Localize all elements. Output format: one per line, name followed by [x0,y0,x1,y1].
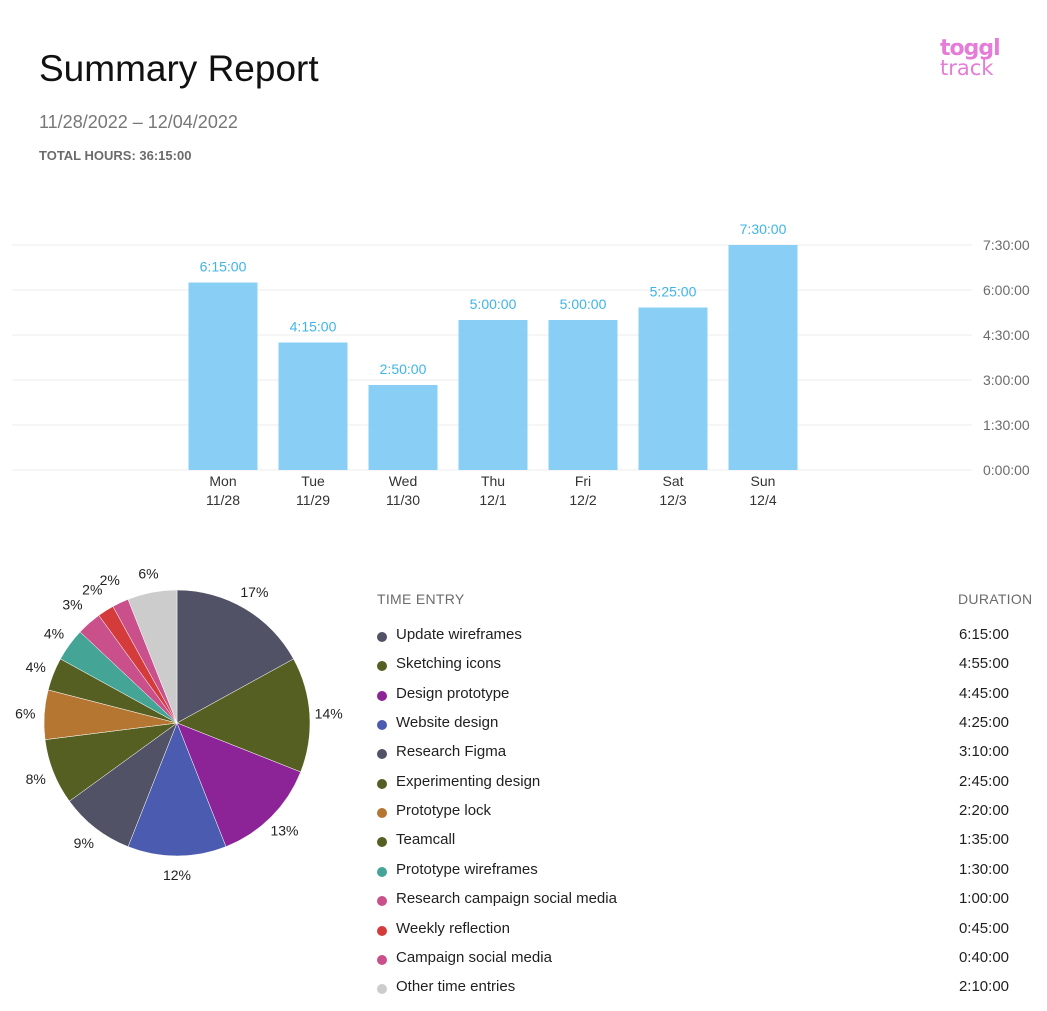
time-entry-duration: 2:20:00 [958,802,1009,820]
color-dot-icon [377,632,387,642]
x-tick-day: Wed [389,473,418,489]
pie-slice-label: 8% [26,771,46,787]
y-tick-label: 3:00:00 [983,372,1030,388]
pie-slice-label: 4% [26,659,46,675]
pie-slice-label: 12% [163,867,191,883]
time-entry-pie-chart: 17%14%13%12%9%8%6%4%4%3%2%2% 6% [15,566,343,883]
pie-slice-label: 14% [315,706,343,722]
time-entry-name: Update wireframes [396,626,522,643]
pie-slice-label: 13% [270,823,298,839]
x-tick-date: 12/1 [479,492,506,508]
time-entry-name: Website design [396,714,499,732]
bar-value-label: 7:30:00 [740,221,787,237]
x-tick-date: 12/3 [659,492,686,508]
x-tick-date: 11/30 [386,492,420,508]
time-entry-name: Other time entries [396,978,516,996]
bar-value-label: 5:00:00 [470,296,517,312]
pie-slice-label: 2% [100,572,120,588]
time-entry-row: Design prototype 4:45:00 [377,685,1037,714]
pie-slice-label: 4% [44,626,64,642]
time-entry-row: Prototype wireframes 1:30:00 [377,861,1037,890]
bar-value-label: 2:50:00 [380,361,427,377]
time-entry-duration: 1:30:00 [958,860,1009,878]
x-tick-date: 12/4 [749,492,776,508]
time-entry-name: Research Figma [396,743,507,761]
color-dot-icon [377,661,387,672]
y-tick-label: 7:30:00 [983,237,1030,253]
color-dot-icon [377,925,387,936]
time-entry-name: Sketching icons [396,655,502,673]
pie-slice-label: 6% [15,706,35,722]
bar-value-label: 5:25:00 [650,283,697,299]
time-entry-duration: 2:45:00 [958,772,1009,790]
time-entry-duration: 4:45:00 [958,684,1009,702]
time-entry-name: Prototype wireframes [396,860,538,878]
y-tick-label: 4:30:00 [983,327,1030,343]
time-entry-row: Teamcall 1:35:00 [377,831,1037,860]
time-entry-duration: 1:00:00 [958,890,1009,908]
time-entry-name: Prototype lock [396,802,492,820]
bar [728,245,798,470]
pie-slice-label: 6% [138,566,158,582]
bar [368,385,438,470]
time-entry-header: TIME ENTRY [377,591,465,607]
y-tick-label: 1:30:00 [983,417,1030,433]
color-dot-icon [377,749,387,760]
time-entry-name: Design prototype [396,684,510,702]
y-tick-label: 6:00:00 [983,282,1030,298]
color-dot-icon [377,954,387,965]
color-dot-icon [377,808,387,819]
bar-value-label: 5:00:00 [560,296,607,312]
time-entry-duration: 0:45:00 [958,919,1009,937]
time-entry-duration: 1:35:00 [958,831,1009,849]
pie-slice-label: 3% [62,597,82,613]
time-entry-name: Weekly reflection [396,919,510,937]
bar [548,320,618,470]
time-entry-row: Website design 4:25:00 [377,714,1037,743]
pie-slice-label: 17% [240,584,268,600]
time-entry-duration: 0:40:00 [958,948,1009,966]
time-entry-name: Teamcall [396,831,456,849]
color-dot-icon [377,690,387,701]
time-entry-row: Experimenting design 2:45:00 [377,773,1037,802]
color-dot-icon [377,866,387,877]
y-tick-label: 0:00:00 [983,462,1030,478]
time-entry-row: Prototype lock 2:20:00 [377,802,1037,831]
x-tick-day: Thu [481,473,505,489]
x-tick-day: Sat [662,473,683,489]
color-dot-icon [377,778,387,789]
time-entry-name: Research campaign social media [396,890,617,908]
bar [638,307,708,470]
time-entry-duration: 4:25:00 [958,714,1009,732]
time-entry-row: Research Figma 3:10:00 [377,743,1037,772]
color-dot-icon [377,720,387,731]
time-entry-duration: 6:15:00 [958,626,1009,643]
pie-slice-label: 9% [74,835,94,851]
time-entry-row: Weekly reflection 0:45:00 [377,920,1037,949]
time-entry-row: Other time entries 2:10:00 [377,978,1037,1007]
time-entry-row: Campaign social media 0:40:00 [377,949,1037,978]
time-entry-duration: 4:55:00 [958,655,1009,673]
time-entry-row: Research campaign social media 1:00:00 [377,890,1037,919]
time-entry-duration: 3:10:00 [958,743,1009,761]
time-entry-name: Campaign social media [396,948,552,966]
time-entry-row: Update wireframes 6:15:00 [377,626,1037,655]
color-dot-icon [377,837,387,848]
color-dot-icon [377,896,387,907]
x-tick-date: 12/2 [569,492,596,508]
time-entry-name: Experimenting design [396,772,541,790]
time-entry-row: Sketching icons 4:55:00 [377,655,1037,684]
time-entry-duration: 2:10:00 [958,978,1009,996]
bar [458,320,528,470]
color-dot-icon [377,984,387,995]
x-tick-day: Sun [751,473,776,489]
x-tick-day: Fri [575,473,591,489]
duration-header: DURATION [958,591,1033,607]
